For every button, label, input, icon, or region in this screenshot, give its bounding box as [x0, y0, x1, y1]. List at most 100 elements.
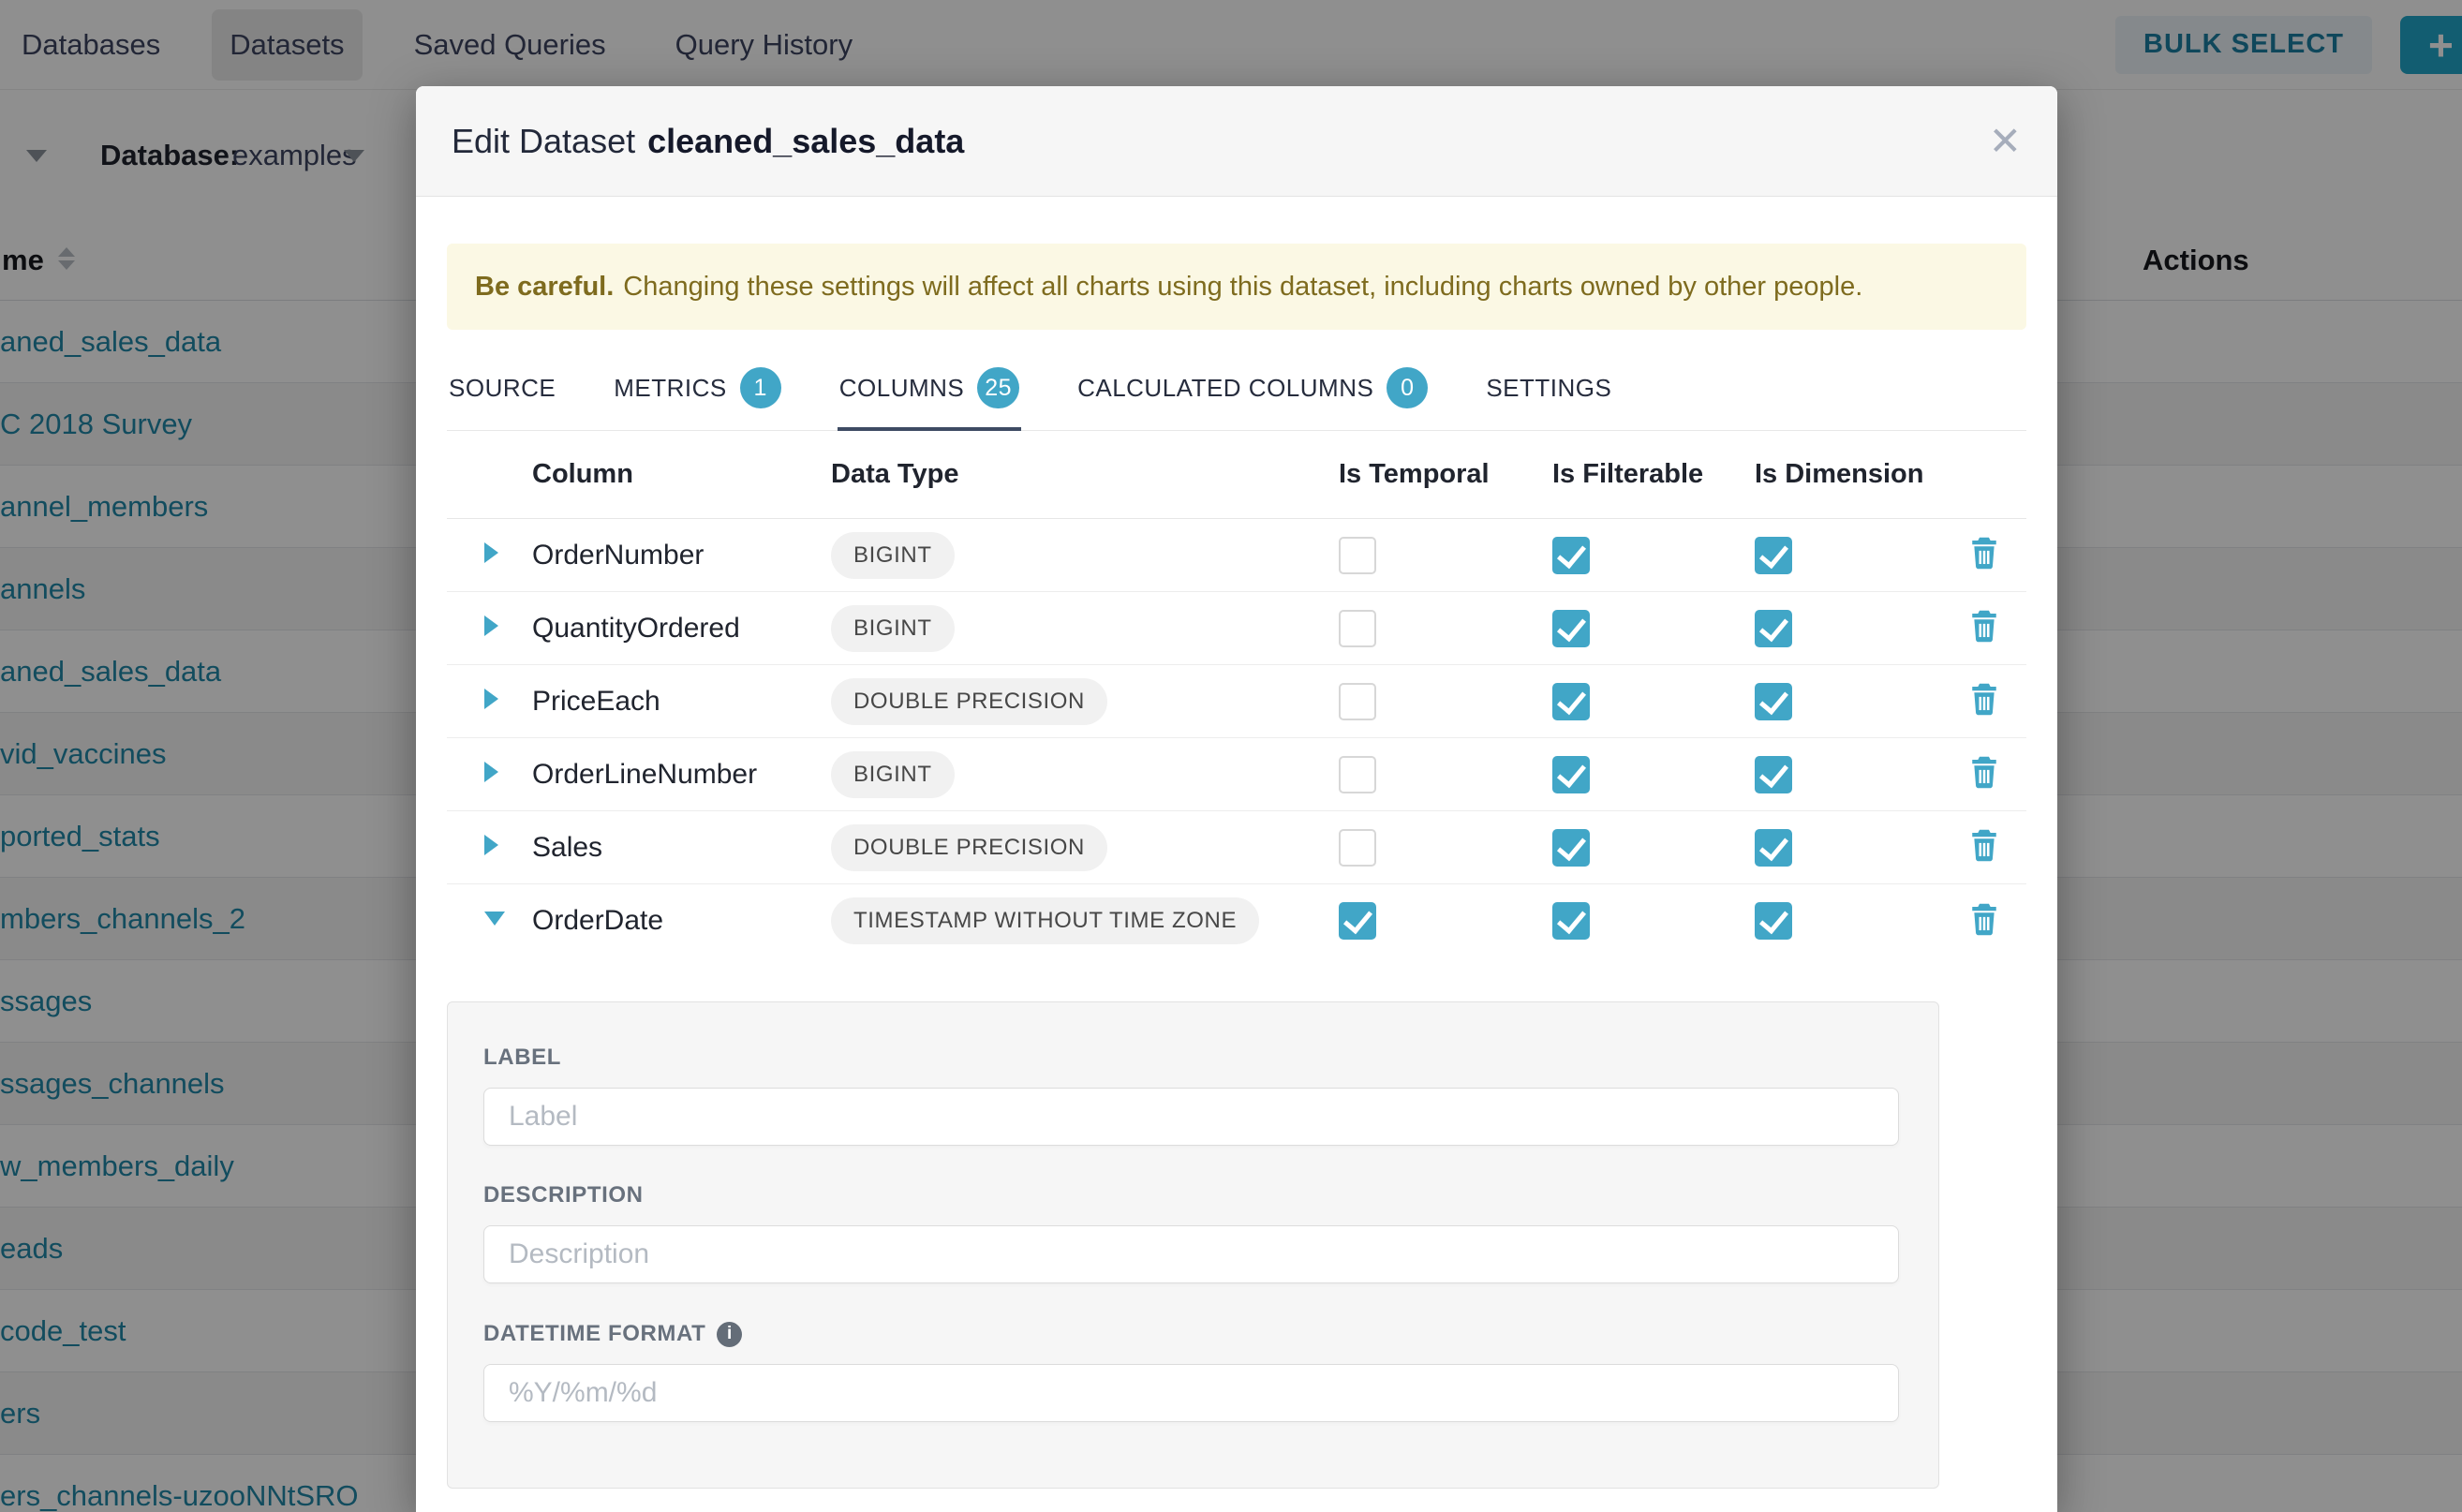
label-input[interactable]	[483, 1088, 1899, 1146]
trash-icon[interactable]	[1968, 925, 2000, 941]
trash-icon[interactable]	[1968, 558, 2000, 574]
column-name: OrderNumber	[532, 540, 831, 571]
tab-label: COLUMNS	[839, 374, 965, 403]
tab-count-badge: 1	[740, 367, 781, 408]
column-name: PriceEach	[532, 686, 831, 718]
info-icon[interactable]: i	[717, 1322, 742, 1347]
column-row-orderlinenumber: OrderLineNumberBIGINT	[447, 738, 2026, 811]
tab-metrics[interactable]: METRICS 1	[612, 352, 783, 431]
is-temporal-checkbox[interactable]	[1339, 537, 1376, 574]
delete-column-cell	[1968, 901, 2026, 941]
is-dimension-checkbox[interactable]	[1755, 829, 1792, 867]
column-name: OrderDate	[532, 905, 831, 937]
is-dimension-checkbox[interactable]	[1755, 683, 1792, 720]
is-temporal-cell	[1339, 902, 1552, 940]
data-type-header: Data Type	[831, 459, 1339, 490]
is-filterable-cell	[1552, 683, 1755, 720]
warning-bold-text: Be careful.	[475, 272, 614, 303]
is-dimension-cell	[1755, 537, 1968, 574]
tab-count-badge: 25	[977, 367, 1019, 408]
label-field-label: LABEL	[483, 1045, 1899, 1071]
tab-label: SOURCE	[449, 374, 556, 403]
expand-cell	[447, 615, 532, 641]
expand-cell	[447, 689, 532, 714]
is-filterable-header: Is Filterable	[1552, 459, 1755, 490]
column-row-sales: SalesDOUBLE PRECISION	[447, 811, 2026, 884]
tab-label: CALCULATED COLUMNS	[1077, 374, 1373, 403]
is-filterable-checkbox[interactable]	[1552, 537, 1590, 574]
is-dimension-checkbox[interactable]	[1755, 756, 1792, 793]
data-type-badge: DOUBLE PRECISION	[831, 678, 1107, 725]
column-name: QuantityOrdered	[532, 613, 831, 645]
is-temporal-checkbox[interactable]	[1339, 683, 1376, 720]
data-type-badge: BIGINT	[831, 532, 955, 579]
data-type-cell: DOUBLE PRECISION	[831, 824, 1339, 871]
expand-cell	[447, 835, 532, 860]
trash-icon[interactable]	[1968, 851, 2000, 867]
is-temporal-cell	[1339, 756, 1552, 793]
datetime-format-input[interactable]	[483, 1364, 1899, 1422]
expand-caret-icon[interactable]	[484, 542, 498, 563]
is-filterable-cell	[1552, 610, 1755, 647]
is-filterable-cell	[1552, 756, 1755, 793]
expand-caret-icon[interactable]	[484, 835, 498, 855]
data-type-cell: BIGINT	[831, 751, 1339, 798]
expand-caret-icon[interactable]	[484, 689, 498, 709]
description-input[interactable]	[483, 1225, 1899, 1283]
is-temporal-checkbox[interactable]	[1339, 756, 1376, 793]
column-header: Column	[532, 459, 831, 490]
is-temporal-checkbox[interactable]	[1339, 829, 1376, 867]
is-filterable-cell	[1552, 537, 1755, 574]
column-detail-panel: LABEL DESCRIPTION DATETIME FORMAT i	[447, 1001, 1939, 1489]
column-row-priceeach: PriceEachDOUBLE PRECISION	[447, 665, 2026, 738]
tab-settings[interactable]: SETTINGS	[1484, 352, 1613, 431]
expand-cell	[447, 542, 532, 568]
trash-icon[interactable]	[1968, 778, 2000, 793]
is-dimension-cell	[1755, 610, 1968, 647]
is-temporal-cell	[1339, 537, 1552, 574]
is-filterable-checkbox[interactable]	[1552, 902, 1590, 940]
tab-columns[interactable]: COLUMNS 25	[838, 352, 1021, 431]
trash-icon[interactable]	[1968, 704, 2000, 720]
is-filterable-checkbox[interactable]	[1552, 756, 1590, 793]
is-filterable-checkbox[interactable]	[1552, 683, 1590, 720]
close-icon[interactable]: ✕	[1989, 122, 2022, 161]
edit-dataset-modal: Edit Dataset cleaned_sales_data ✕ Be car…	[416, 86, 2057, 1512]
collapse-caret-icon[interactable]	[484, 912, 505, 926]
tab-label: METRICS	[614, 374, 727, 403]
is-dimension-cell	[1755, 683, 1968, 720]
trash-icon[interactable]	[1968, 631, 2000, 647]
data-type-badge: DOUBLE PRECISION	[831, 824, 1107, 871]
is-dimension-header: Is Dimension	[1755, 459, 1968, 490]
is-dimension-cell	[1755, 902, 1968, 940]
is-filterable-checkbox[interactable]	[1552, 829, 1590, 867]
column-name: Sales	[532, 832, 831, 864]
is-dimension-checkbox[interactable]	[1755, 902, 1792, 940]
is-temporal-checkbox[interactable]	[1339, 902, 1376, 940]
expand-cell	[447, 912, 532, 930]
data-type-cell: DOUBLE PRECISION	[831, 678, 1339, 725]
expand-caret-icon[interactable]	[484, 762, 498, 782]
is-dimension-cell	[1755, 829, 1968, 867]
tab-calculated-columns[interactable]: CALCULATED COLUMNS0	[1075, 352, 1430, 431]
is-temporal-checkbox[interactable]	[1339, 610, 1376, 647]
is-dimension-checkbox[interactable]	[1755, 537, 1792, 574]
is-dimension-checkbox[interactable]	[1755, 610, 1792, 647]
app-root: DatabasesDatasetsSaved QueriesQuery Hist…	[0, 0, 2462, 1512]
tab-source[interactable]: SOURCE	[447, 352, 557, 431]
datetime-format-field-label: DATETIME FORMAT i	[483, 1321, 1899, 1347]
is-filterable-cell	[1552, 829, 1755, 867]
modal-header: Edit Dataset cleaned_sales_data ✕	[416, 86, 2057, 197]
is-filterable-checkbox[interactable]	[1552, 610, 1590, 647]
data-type-cell: BIGINT	[831, 605, 1339, 652]
data-type-cell: TIMESTAMP WITHOUT TIME ZONE	[831, 897, 1339, 944]
column-row-orderdate: OrderDateTIMESTAMP WITHOUT TIME ZONE	[447, 884, 2026, 957]
tab-label: SETTINGS	[1486, 374, 1611, 403]
data-type-badge: BIGINT	[831, 605, 955, 652]
is-filterable-cell	[1552, 902, 1755, 940]
expand-caret-icon[interactable]	[484, 615, 498, 636]
columns-table-header: Column Data Type Is Temporal Is Filterab…	[447, 431, 2026, 519]
modal-tabs: SOURCE METRICS 1 COLUMNS 25 CALCULATED COLUMN…	[447, 352, 2026, 431]
columns-table-rows: OrderNumberBIGINTQuantityOrderedBIGINTPr…	[447, 519, 2026, 957]
column-row-ordernumber: OrderNumberBIGINT	[447, 519, 2026, 592]
